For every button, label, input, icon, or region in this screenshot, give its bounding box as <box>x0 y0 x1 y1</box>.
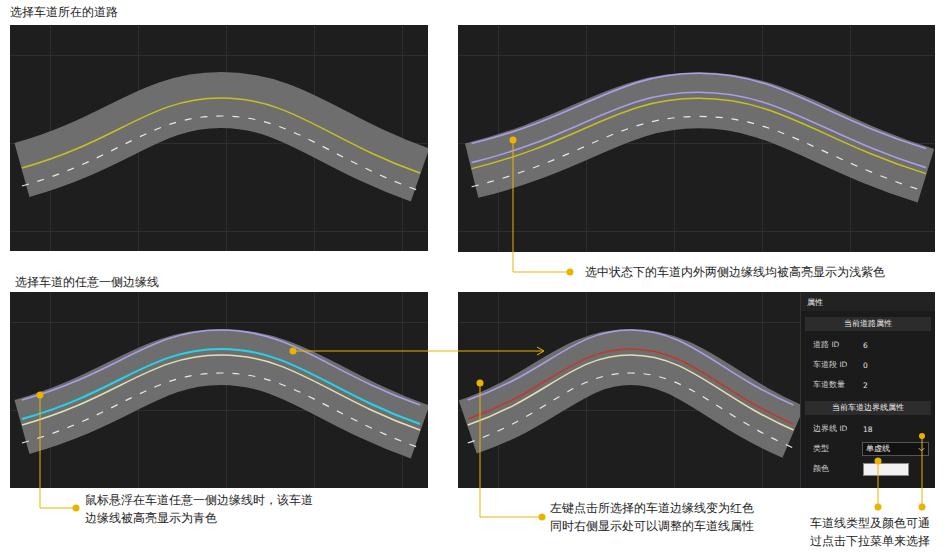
section-title: 当前道路属性 <box>805 317 931 331</box>
property-value: 6 <box>863 341 868 350</box>
viewport[interactable] <box>10 292 428 488</box>
property-label: 道路 ID <box>813 340 863 350</box>
top-row: 选择车道所在的道路 <box>0 0 950 252</box>
center-line[interactable] <box>472 98 926 173</box>
callout: 左键点击所选择的车道边缘线变为红色同时右侧显示处可以调整的车道线属性 <box>550 499 754 535</box>
top-edge[interactable] <box>22 330 420 405</box>
callout: 选中状态下的车道内外两侧边缘线均被高亮显示为浅紫色 <box>585 263 885 281</box>
section-title: 当前车道边界线属性 <box>805 401 931 415</box>
center-line[interactable] <box>22 355 420 430</box>
property-section: 当前车道边界线属性边界线 ID18类型单虚线颜色 <box>801 401 935 479</box>
viewport[interactable] <box>10 25 428 251</box>
inner-edge[interactable] <box>22 349 420 424</box>
property-section: 当前道路属性道路 ID6车道段 ID0车道数量2 <box>801 317 935 395</box>
property-value: 0 <box>863 361 868 370</box>
center-line[interactable] <box>22 98 420 173</box>
property-row: 类型单虚线 <box>801 439 935 459</box>
callout: 鼠标悬浮在车道任意一侧边缘线时，该车道边缘线被高亮显示为青色 <box>85 491 313 527</box>
panel-title: 属性 <box>801 292 935 311</box>
inner-edge[interactable] <box>472 92 926 167</box>
property-value: 18 <box>863 425 873 434</box>
inner-edge[interactable] <box>468 349 794 424</box>
property-label: 类型 <box>813 444 862 454</box>
property-row: 车道数量2 <box>801 375 935 395</box>
property-label: 边界线 ID <box>813 424 863 434</box>
caption: 选择车道所在的道路 <box>10 0 428 25</box>
road[interactable] <box>458 292 800 488</box>
center-line[interactable] <box>468 355 794 430</box>
viewport[interactable] <box>458 25 935 252</box>
road[interactable] <box>10 25 428 251</box>
top-edge[interactable] <box>472 73 926 148</box>
property-value: 2 <box>863 381 868 390</box>
property-row: 车道段 ID0 <box>801 355 935 375</box>
editor: 属性当前道路属性道路 ID6车道段 ID0车道数量2当前车道边界线属性边界线 I… <box>458 292 935 488</box>
figure: 选择车道所在的道路选择车道的任意一侧边缘线属性当前道路属性道路 ID6车道段 I… <box>0 0 950 555</box>
property-label: 车道数量 <box>813 380 863 390</box>
type-dropdown[interactable]: 单虚线 <box>862 442 929 456</box>
property-label: 颜色 <box>813 464 863 474</box>
callout: 车道线类型及颜色可通过点击下拉菜单来选择 <box>810 514 936 550</box>
top-edge[interactable] <box>468 330 794 405</box>
road[interactable] <box>10 292 428 488</box>
property-panel: 属性当前道路属性道路 ID6车道段 ID0车道数量2当前车道边界线属性边界线 I… <box>800 292 935 488</box>
bottom-row: 属性当前道路属性道路 ID6车道段 ID0车道数量2当前车道边界线属性边界线 I… <box>0 292 950 488</box>
chevron-down-icon <box>918 447 925 452</box>
viewport[interactable] <box>458 292 800 488</box>
color-swatch[interactable] <box>863 463 909 476</box>
property-row: 道路 ID6 <box>801 335 935 355</box>
property-label: 车道段 ID <box>813 360 863 370</box>
property-row: 边界线 ID18 <box>801 419 935 439</box>
road[interactable] <box>458 25 935 252</box>
property-row: 颜色 <box>801 459 935 479</box>
